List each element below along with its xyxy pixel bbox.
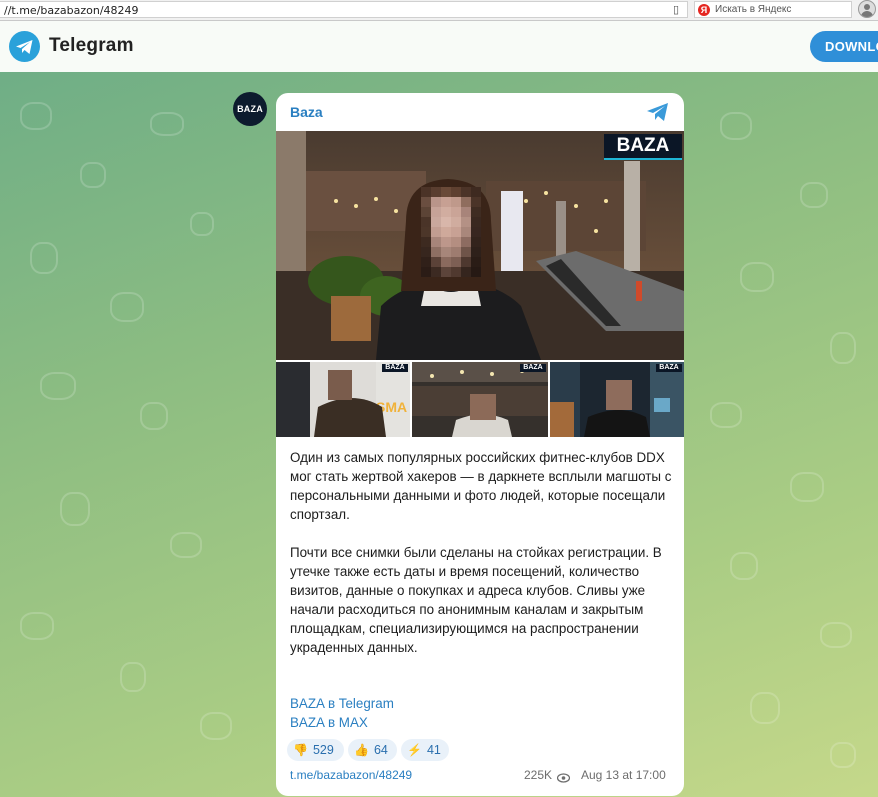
reaction-count: 64 [373,743,388,757]
thumbs-down-icon: 👎 [293,743,308,757]
post-date: Aug 13 at 17:00 [581,768,666,782]
thumbnail-watermark: BAZA [520,364,546,372]
max-channel-link[interactable]: BAZA в MAX [290,713,394,732]
search-placeholder: Искать в Яндекс [715,4,792,15]
thumbnail-2-image [412,362,548,437]
reaction-thumbs-down[interactable]: 👎 529 [287,739,344,761]
thumbnail-2[interactable]: BAZA [412,362,548,437]
thumbnail-watermark: BAZA [656,364,682,372]
reaction-lightning[interactable]: ⚡ 41 [401,739,449,761]
profile-avatar-icon[interactable] [858,0,876,18]
bookmark-icon[interactable]: ▯ [673,3,679,16]
telegram-logo-icon[interactable] [9,31,40,62]
baza-watermark: BAZA [604,134,682,160]
lightning-icon: ⚡ [407,743,422,757]
yandex-logo-icon: Я [698,4,710,16]
main-photo[interactable]: BAZA [276,131,684,360]
eye-icon [556,770,571,788]
post-links: BAZA в Telegram BAZA в MAX [290,694,394,732]
reaction-count: 41 [426,743,441,757]
view-count: 225K [524,768,553,782]
thumbnail-1[interactable]: SMA BAZA [276,362,410,437]
post-paragraph: Почти все снимки были сделаны на стойках… [290,545,662,655]
channel-avatar[interactable]: BAZA [233,92,267,126]
browser-toolbar: //t.me/bazabazon/48249 ▯ Я Искать в Янде… [0,0,878,21]
telegram-brand[interactable]: Telegram [49,35,134,57]
blurred-face [421,187,481,277]
telegram-header: Telegram DOWNLO [0,21,878,72]
post-text: Один из самых популярных российских фитн… [290,448,675,657]
download-button[interactable]: DOWNLO [810,31,878,62]
thumbs-up-icon: 👍 [354,743,369,757]
thumbnail-3-image [550,362,684,437]
telegram-channel-link[interactable]: BAZA в Telegram [290,694,394,713]
channel-name-link[interactable]: Baza [290,104,323,120]
thumbnail-1-image: SMA [276,362,410,437]
address-bar[interactable]: //t.me/bazabazon/48249 [0,1,688,18]
post-permalink[interactable]: t.me/bazabazon/48249 [290,768,412,782]
reaction-thumbs-up[interactable]: 👍 64 [348,739,397,761]
post-paragraph: Один из самых популярных российских фитн… [290,450,672,522]
message-card: Baza BAZA SMA BAZA BAZA BAZA Один из сам… [276,93,684,796]
reaction-count: 529 [312,743,334,757]
telegram-share-icon[interactable] [646,102,670,127]
thumbnail-3[interactable]: BAZA [550,362,684,437]
yandex-search-field[interactable]: Я Искать в Яндекс [694,1,852,18]
thumbnail-watermark: BAZA [382,364,408,372]
